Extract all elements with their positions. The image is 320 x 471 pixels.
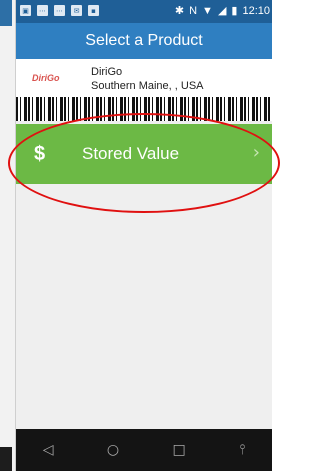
- pin-icon[interactable]: ⫯: [239, 442, 245, 458]
- background-window-tab: [0, 0, 12, 26]
- merchant-info: DiriGo Southern Maine, , USA: [91, 65, 204, 93]
- home-icon[interactable]: ○: [107, 442, 119, 458]
- phone-screen: ▣ ⋯ ⋯ ✉ ▪ ✱ N ▼ ◢ ▮ 12:10 Select a Produ…: [8, 0, 280, 471]
- app-bar: Select a Product: [16, 23, 272, 59]
- signal-bars-icon: ⋯: [37, 5, 48, 16]
- system-icons: ✱ N ▼ ◢ ▮ 12:10: [174, 4, 270, 18]
- signal-bars-icon: ⋯: [54, 5, 65, 16]
- back-icon[interactable]: ◁: [43, 442, 54, 458]
- signal-icon: ◢: [217, 5, 227, 17]
- background-window-footer: [0, 447, 12, 471]
- background-window-strip: [0, 0, 16, 471]
- merchant-location: Southern Maine, , USA: [91, 80, 204, 92]
- image-icon: ▪: [88, 5, 99, 16]
- bluetooth-icon: ✱: [174, 5, 185, 17]
- page-title: Select a Product: [85, 32, 203, 49]
- notification-icons: ▣ ⋯ ⋯ ✉ ▪: [20, 5, 99, 16]
- merchant-card: DiriGo DiriGo Southern Maine, , USA: [16, 59, 272, 97]
- clock: 12:10: [242, 4, 270, 17]
- recents-icon[interactable]: □: [173, 442, 186, 458]
- sim-icon: ▣: [20, 5, 31, 16]
- mail-icon: ✉: [71, 5, 82, 16]
- merchant-logo: DiriGo: [32, 73, 60, 83]
- battery-icon: ▮: [231, 5, 238, 17]
- highlight-ellipse: [8, 113, 280, 213]
- merchant-name: DiriGo: [91, 66, 123, 78]
- android-nav-bar: ◁ ○ □ ⫯: [16, 429, 272, 471]
- status-bar: ▣ ⋯ ⋯ ✉ ▪ ✱ N ▼ ◢ ▮ 12:10: [16, 0, 272, 23]
- wifi-icon: ▼: [202, 4, 213, 17]
- nfc-icon: N: [189, 4, 198, 17]
